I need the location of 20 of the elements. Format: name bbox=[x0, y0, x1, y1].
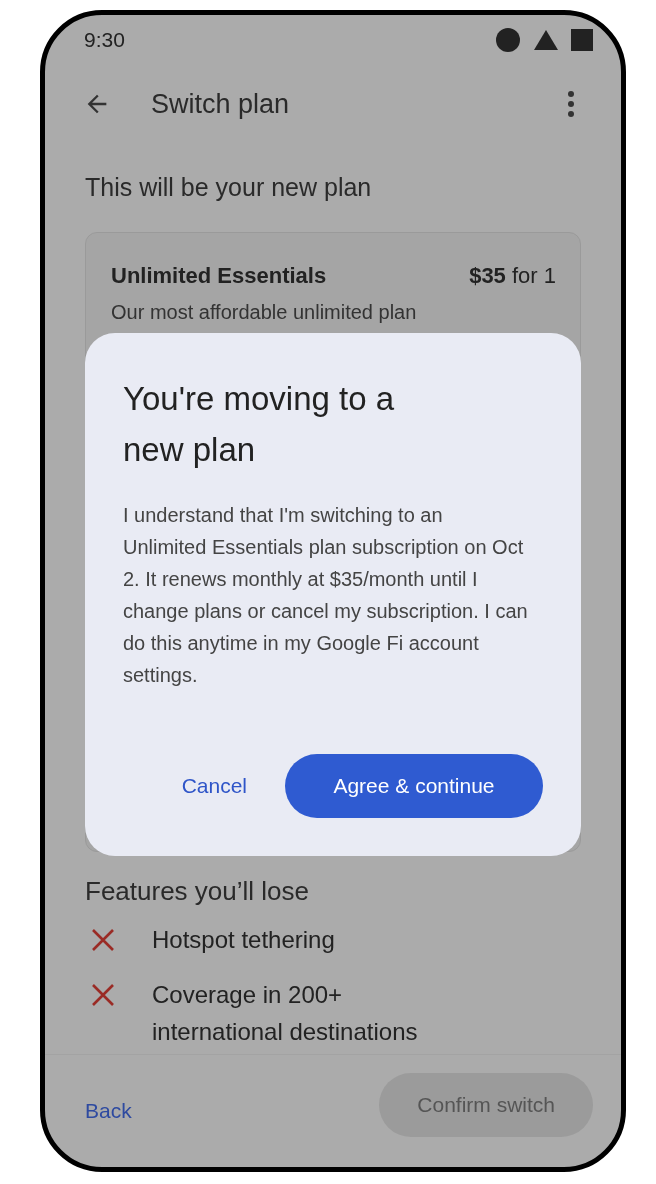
cancel-button[interactable]: Cancel bbox=[181, 774, 247, 798]
triangle-icon bbox=[533, 29, 559, 51]
agree-button[interactable]: Agree & continue bbox=[285, 754, 543, 818]
feature-text: Hotspot tethering bbox=[152, 925, 336, 955]
screen-title: Switch plan bbox=[151, 88, 291, 120]
back-button[interactable]: Back bbox=[85, 1099, 132, 1123]
section-heading: This will be your new plan bbox=[85, 173, 373, 202]
circle-icon bbox=[495, 27, 521, 53]
status-time: 9:30 bbox=[84, 28, 125, 52]
plan-name: Unlimited Essentials bbox=[111, 263, 327, 289]
more-options-icon[interactable] bbox=[567, 90, 575, 118]
plan-description: Our most affordable unlimited plan bbox=[111, 301, 418, 324]
square-icon bbox=[571, 29, 593, 51]
dialog-body: I understand that I'm switching to an Unlimited Essentials plan subscription on Oct 2. It renews monthly at $35/month until I change plans or cancel my subscription. I can do this anytime in my Google Fi account settings. bbox=[123, 503, 528, 688]
plan-price: $35 for 1 bbox=[469, 263, 556, 289]
dialog-title: You're moving to a new plan bbox=[123, 379, 396, 470]
cross-icon bbox=[90, 927, 116, 953]
feature-text: Coverage in 200+ international destinations bbox=[152, 980, 419, 1047]
cross-icon bbox=[90, 982, 116, 1008]
section-heading: Features you’ll lose bbox=[85, 876, 310, 907]
